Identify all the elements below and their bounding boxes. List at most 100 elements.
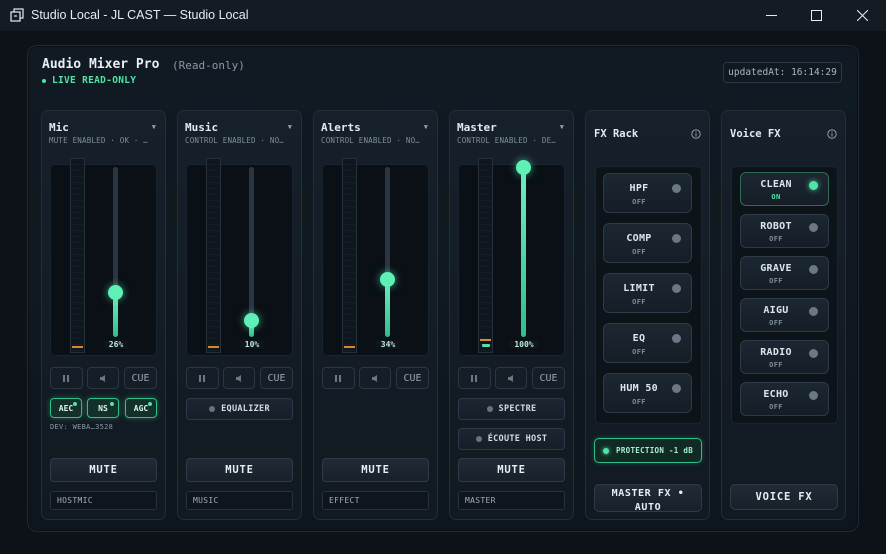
fx-state: OFF — [632, 298, 646, 306]
fx-limit-button[interactable]: LIMIT OFF — [603, 273, 692, 313]
cue-button[interactable]: CUE — [260, 367, 293, 389]
level-percent: 100% — [510, 340, 538, 349]
voice-fx-radio-button[interactable]: RADIO OFF — [740, 340, 829, 374]
master-fx-button[interactable]: MASTER FX • AUTO — [594, 484, 702, 513]
chevron-down-icon[interactable]: ▼ — [288, 123, 292, 131]
aec-label: AEC — [58, 403, 74, 413]
ecoute-host-led — [475, 436, 482, 442]
route-field[interactable]: HOSTMIC — [50, 491, 157, 510]
chevron-down-icon[interactable]: ▼ — [560, 123, 564, 131]
equalizer-label: EQUALIZER — [221, 404, 270, 414]
ns-toggle[interactable]: NS — [87, 398, 119, 418]
volume-fader[interactable] — [380, 167, 395, 337]
speaker-button[interactable] — [495, 367, 527, 389]
voice-fx-aigu-button[interactable]: AIGU OFF — [740, 298, 829, 332]
aec-toggle[interactable]: AEC — [50, 398, 82, 418]
meter-toggle-button[interactable] — [322, 367, 355, 389]
fx-label: RADIO — [760, 347, 792, 358]
fader-knob[interactable] — [244, 312, 259, 328]
speaker-button[interactable] — [87, 367, 119, 389]
fx-state: OFF — [769, 319, 783, 327]
cue-button[interactable]: CUE — [124, 367, 157, 389]
mute-button[interactable]: MUTE — [50, 458, 157, 482]
live-status: LIVE READ-ONLY — [42, 75, 136, 86]
voice-fx-list: CLEAN ON ROBOT OFF GRAVE OFF AIGU OFF RA… — [731, 166, 838, 424]
fx-label: EQ — [632, 333, 646, 344]
fader-area — [50, 164, 157, 356]
fader-area — [458, 164, 565, 356]
fx-rack-panel: FX Rack HPF OFF COMP OFF LIMIT OFF EQ OF… — [585, 110, 710, 520]
agc-toggle[interactable]: AGC — [125, 398, 157, 418]
maximize-button[interactable] — [793, 0, 839, 31]
master-fx-mode: AUTO — [634, 502, 662, 513]
voice-fx-button[interactable]: VOICE FX — [730, 484, 838, 510]
master-fx-label: MASTER FX • — [611, 488, 685, 499]
volume-fader[interactable] — [108, 167, 123, 337]
speaker-icon — [371, 374, 377, 382]
route-field[interactable]: EFFECT — [322, 491, 429, 510]
speaker-button[interactable] — [359, 367, 391, 389]
fx-state: OFF — [632, 248, 646, 256]
fx-hpf-button[interactable]: HPF OFF — [603, 173, 692, 213]
cue-button[interactable]: CUE — [532, 367, 565, 389]
equalizer-button[interactable]: EQUALIZER — [186, 398, 293, 420]
mute-button[interactable]: MUTE — [458, 458, 565, 482]
channel-status: CONTROL ENABLED · DE… — [457, 136, 557, 145]
meter-toggle-button[interactable] — [186, 367, 219, 389]
volume-fader[interactable] — [516, 159, 531, 337]
fx-led — [672, 334, 681, 343]
fader-knob[interactable] — [516, 159, 531, 175]
info-icon[interactable] — [827, 129, 837, 139]
fx-led — [809, 307, 818, 316]
fx-state: OFF — [632, 398, 646, 406]
chevron-down-icon[interactable]: ▼ — [152, 123, 156, 131]
fx-label: COMP — [626, 233, 652, 244]
channel-strip-alerts: Alerts ▼ CONTROL ENABLED · NO… 34% CUE M… — [313, 110, 438, 520]
bars-icon — [199, 374, 205, 382]
voice-fx-echo-button[interactable]: ECHO OFF — [740, 382, 829, 416]
fx-state: OFF — [769, 403, 783, 411]
bars-icon — [471, 374, 477, 382]
bars-icon — [63, 374, 69, 382]
voice-fx-clean-button[interactable]: CLEAN ON — [740, 172, 829, 206]
app-subtitle: (Read-only) — [172, 59, 245, 72]
cue-button[interactable]: CUE — [396, 367, 429, 389]
maximize-icon — [810, 10, 822, 21]
fx-label: LIMIT — [623, 283, 655, 294]
fader-knob[interactable] — [380, 271, 395, 287]
close-button[interactable] — [839, 0, 885, 31]
window-title: Studio Local - JL CAST — Studio Local — [31, 8, 249, 22]
speaker-button[interactable] — [223, 367, 255, 389]
mute-button[interactable]: MUTE — [186, 458, 293, 482]
ecoute-host-button[interactable]: ÉCOUTE HOST — [458, 428, 565, 450]
mute-button[interactable]: MUTE — [322, 458, 429, 482]
meter-toggle-button[interactable] — [50, 367, 83, 389]
ns-label: NS — [98, 403, 108, 413]
chevron-down-icon[interactable]: ▼ — [424, 123, 428, 131]
fx-led — [672, 284, 681, 293]
fader-area — [186, 164, 293, 356]
speaker-icon — [235, 374, 241, 382]
fx-label: ECHO — [763, 389, 789, 400]
route-field[interactable]: MASTER — [458, 491, 565, 510]
fx-state: OFF — [632, 348, 646, 356]
aec-led — [73, 402, 77, 406]
volume-fader[interactable] — [244, 167, 259, 337]
fx-state: OFF — [769, 277, 783, 285]
spectre-label: SPECTRE — [498, 404, 537, 414]
route-field[interactable]: MUSIC — [186, 491, 293, 510]
fx-comp-button[interactable]: COMP OFF — [603, 223, 692, 263]
channel-strip-master: Master ▼ CONTROL ENABLED · DE… 100% CUE … — [449, 110, 574, 520]
fx-hum50-button[interactable]: HUM 50 OFF — [603, 373, 692, 413]
voice-fx-robot-button[interactable]: ROBOT OFF — [740, 214, 829, 248]
fader-fill — [385, 279, 390, 337]
minimize-button[interactable] — [748, 0, 794, 31]
device-label: DEV: WEBA…3528 — [50, 423, 114, 431]
meter-toggle-button[interactable] — [458, 367, 491, 389]
fx-state: ON — [771, 193, 781, 201]
voice-fx-grave-button[interactable]: GRAVE OFF — [740, 256, 829, 290]
info-icon[interactable] — [691, 129, 701, 139]
channel-strip-mic: Mic ▼ MUTE ENABLED · OK · … 26% CUE AEC … — [41, 110, 166, 520]
fx-eq-button[interactable]: EQ OFF — [603, 323, 692, 363]
spectre-button[interactable]: SPECTRE — [458, 398, 565, 420]
